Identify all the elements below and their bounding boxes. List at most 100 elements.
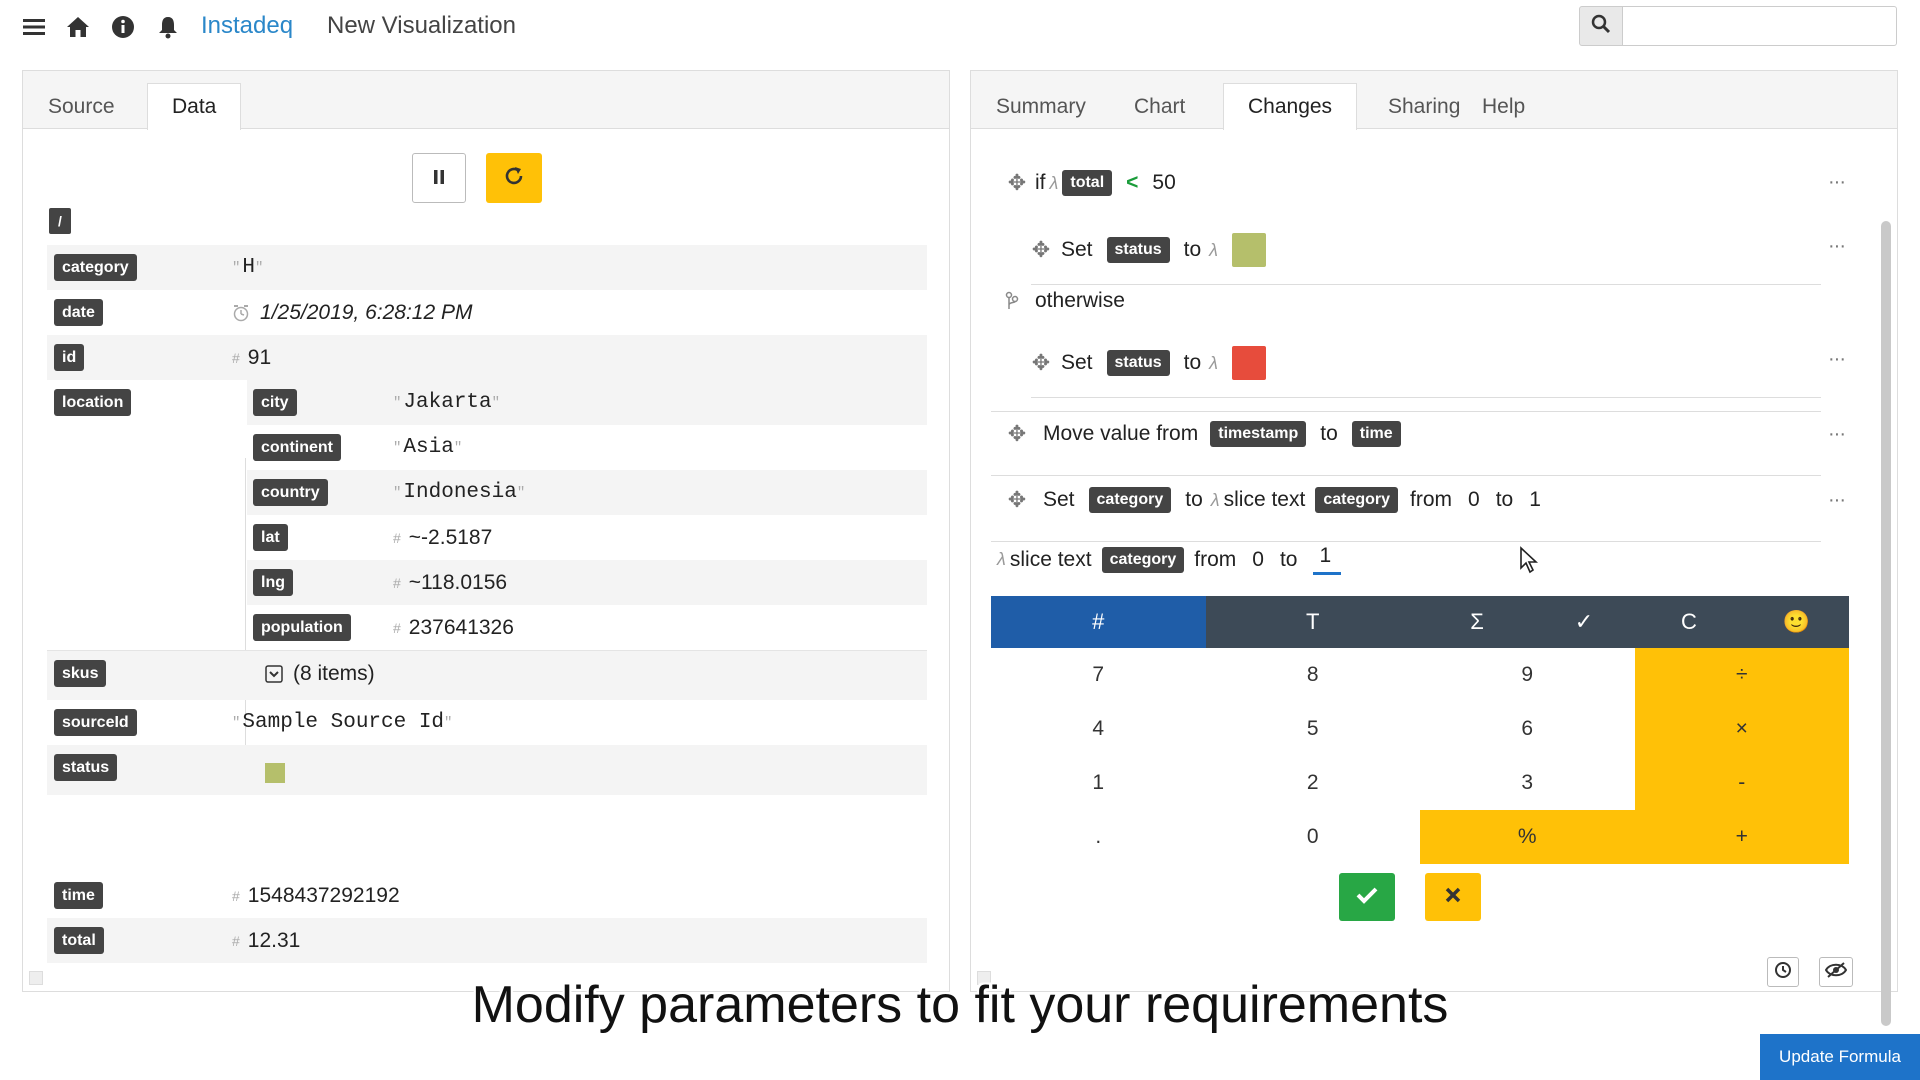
field-key[interactable]: lng (253, 569, 293, 596)
slice-to-value[interactable]: 1 (1529, 488, 1541, 512)
menu-icon[interactable] (20, 13, 48, 41)
field-pill-category[interactable]: category (1315, 487, 1399, 513)
calc-key-1[interactable]: 1 (991, 756, 1206, 810)
slice-label: slice text (1009, 547, 1092, 571)
comparison-value[interactable]: 50 (1152, 171, 1175, 195)
calc-key-3[interactable]: 3 (1420, 756, 1635, 810)
divider (1031, 397, 1821, 398)
field-key[interactable]: skus (54, 660, 107, 687)
field-key[interactable]: lat (253, 524, 288, 551)
refresh-button[interactable] (486, 153, 542, 203)
more-options-icon[interactable]: ··· (1828, 171, 1846, 194)
drag-handle-icon[interactable]: ✥ (1031, 350, 1051, 376)
cancel-button[interactable] (1425, 873, 1481, 921)
tab-data[interactable]: Data (147, 83, 242, 130)
field-pill-time[interactable]: time (1351, 421, 1401, 447)
search-input[interactable] (1622, 6, 1897, 46)
drag-handle-icon[interactable]: ✥ (1007, 487, 1027, 513)
field-pill-category[interactable]: category (1101, 546, 1185, 573)
divider (991, 541, 1821, 542)
calc-tab-sum[interactable]: Σ (1420, 596, 1534, 648)
pause-button[interactable] (412, 153, 466, 203)
field-key[interactable]: city (253, 389, 297, 416)
field-value[interactable]: (8 items) (265, 660, 375, 687)
field-pill-status[interactable]: status (1106, 237, 1170, 263)
field-row-skus: skus (8 items) (47, 650, 927, 700)
info-icon[interactable] (109, 13, 137, 41)
drag-handle-icon[interactable]: ✥ (1007, 421, 1027, 447)
field-key[interactable]: continent (253, 434, 341, 461)
field-key[interactable]: id (54, 344, 85, 371)
tab-chart[interactable]: Chart (1109, 83, 1210, 129)
field-key[interactable]: total (54, 927, 104, 954)
more-options-icon[interactable]: ··· (1828, 489, 1846, 512)
field-key[interactable]: time (54, 882, 103, 909)
update-formula-button[interactable]: Update Formula (1760, 1034, 1920, 1080)
calc-key-2[interactable]: 2 (1206, 756, 1421, 810)
root-path-tag[interactable]: / (49, 208, 71, 234)
calc-key-plus[interactable]: + (1634, 810, 1849, 864)
color-swatch-then[interactable] (1232, 233, 1267, 267)
more-options-icon[interactable]: ··· (1828, 235, 1846, 258)
more-options-icon[interactable]: ··· (1828, 348, 1846, 371)
calc-key-multiply[interactable]: × (1634, 702, 1849, 756)
lambda-icon[interactable]: λ (1209, 353, 1218, 374)
field-key[interactable]: date (54, 299, 103, 326)
search-button[interactable] (1579, 6, 1623, 46)
comparison-operator[interactable]: < (1126, 171, 1138, 195)
color-swatch-else[interactable] (1232, 346, 1267, 380)
scrollbar[interactable] (1879, 201, 1893, 1043)
field-pill-category[interactable]: category (1088, 487, 1172, 513)
rule-move-value: ✥ Move value from timestamp to time (1007, 421, 1401, 447)
field-key[interactable]: country (253, 479, 328, 506)
visualization-title[interactable]: New Visualization (327, 12, 516, 40)
tab-source[interactable]: Source (23, 83, 140, 129)
slice-from-value[interactable]: 0 (1252, 548, 1264, 572)
app-name-link[interactable]: Instadeq (201, 12, 293, 40)
lambda-icon[interactable]: λ (1209, 240, 1218, 261)
calc-key-4[interactable]: 4 (991, 702, 1206, 756)
calc-tab-boolean[interactable]: ✓ (1534, 596, 1634, 648)
tab-summary[interactable]: Summary (971, 83, 1111, 129)
calc-tab-emoji[interactable]: 🙂 (1744, 596, 1849, 648)
field-pill-total[interactable]: total (1062, 170, 1113, 196)
scrollbar-thumb[interactable] (1881, 221, 1891, 1026)
slice-from-value[interactable]: 0 (1468, 488, 1480, 512)
calc-key-0[interactable]: 0 (1206, 810, 1421, 864)
drag-handle-icon[interactable]: ✥ (1031, 237, 1051, 263)
calc-key-percent[interactable]: % (1420, 810, 1635, 864)
calc-key-minus[interactable]: - (1634, 756, 1849, 810)
calc-key-7[interactable]: 7 (991, 648, 1206, 702)
field-key[interactable]: sourceId (54, 709, 137, 736)
calc-key-9[interactable]: 9 (1420, 648, 1635, 702)
calc-tab-number[interactable]: # (991, 596, 1206, 648)
field-pill-timestamp[interactable]: timestamp (1210, 421, 1307, 447)
field-key[interactable]: location (54, 389, 132, 416)
calc-key-8[interactable]: 8 (1206, 648, 1421, 702)
field-key[interactable]: status (54, 754, 118, 781)
calc-key-decimal[interactable]: . (991, 810, 1206, 864)
lambda-icon[interactable]: λ (1211, 490, 1220, 511)
field-value-text: Sample Source Id (242, 711, 445, 734)
calc-key-6[interactable]: 6 (1420, 702, 1635, 756)
calc-tab-text[interactable]: T (1206, 596, 1421, 648)
if-keyword: if (1035, 171, 1046, 194)
home-icon[interactable] (64, 13, 92, 41)
confirm-button[interactable] (1339, 873, 1395, 921)
calc-key-divide[interactable]: ÷ (1634, 648, 1849, 702)
slice-to-input[interactable]: 1 (1313, 544, 1342, 575)
collapse-toggle-icon[interactable] (265, 664, 283, 683)
field-pill-status[interactable]: status (1106, 350, 1170, 376)
from-keyword: from (1410, 488, 1453, 511)
tab-changes[interactable]: Changes (1223, 83, 1358, 130)
more-options-icon[interactable]: ··· (1828, 423, 1846, 446)
calc-tab-color[interactable]: C (1634, 596, 1744, 648)
lambda-icon[interactable]: λ (997, 549, 1006, 570)
bell-icon[interactable] (154, 13, 182, 41)
lambda-icon[interactable]: λ (1050, 173, 1059, 194)
field-key[interactable]: population (253, 614, 351, 641)
tab-help[interactable]: Help (1457, 83, 1550, 129)
drag-handle-icon[interactable]: ✥ (1007, 170, 1027, 196)
calc-key-5[interactable]: 5 (1206, 702, 1421, 756)
field-key[interactable]: category (54, 254, 137, 281)
